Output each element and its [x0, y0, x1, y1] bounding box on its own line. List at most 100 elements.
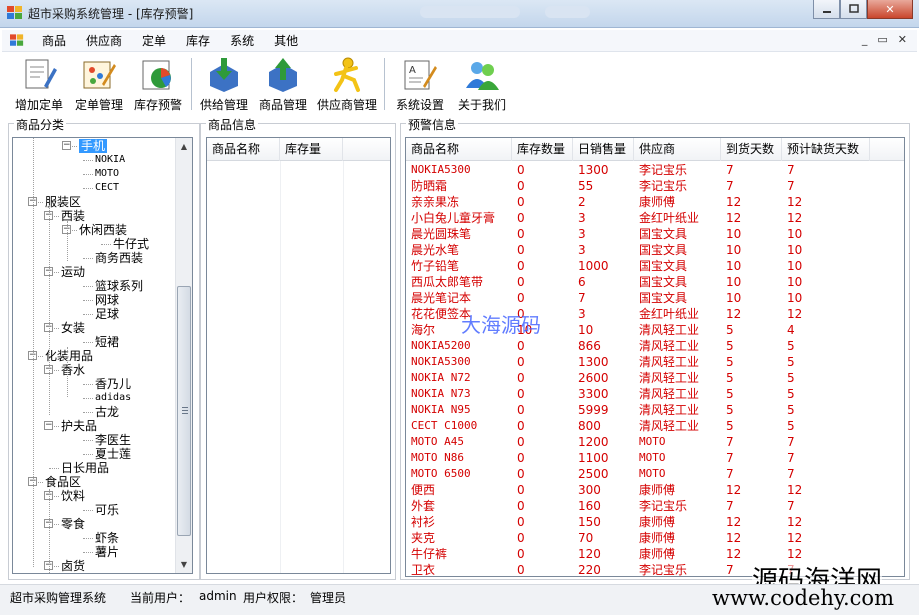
minimize-button[interactable]	[813, 0, 840, 19]
tree-node[interactable]: 鸟爪	[95, 573, 119, 574]
toolbar-button-3[interactable]: 供给管理	[195, 54, 253, 114]
tree-collapse-icon[interactable]: −	[62, 141, 71, 150]
menu-item-3[interactable]: 库存	[176, 33, 220, 50]
menu-item-2[interactable]: 定单	[132, 33, 176, 50]
table-row[interactable]: NOKIA N73 0 3300 清风轻工业 5 5	[406, 386, 904, 402]
scroll-up-arrow-icon[interactable]: ▲	[176, 138, 192, 155]
scroll-thumb[interactable]	[177, 286, 191, 536]
table-row[interactable]: MOTO N86 0 1100 MOTO 7 7	[406, 450, 904, 466]
tree-node[interactable]: 网球	[95, 293, 119, 307]
tree-node[interactable]: 女装	[61, 321, 85, 335]
tree-node[interactable]: 食品区	[45, 475, 81, 489]
table-row[interactable]: 衬衫 0 150 康师傅 12 12	[406, 514, 904, 530]
tree-node[interactable]: 化装用品	[45, 349, 93, 363]
goods-list[interactable]: 商品名称 库存量	[206, 137, 391, 574]
table-row[interactable]: 竹子铅笔 0 1000 国宝文具 10 10	[406, 258, 904, 274]
table-row[interactable]: 晨光水笔 0 3 国宝文具 10 10	[406, 242, 904, 258]
tree-node[interactable]: 服装区	[45, 195, 81, 209]
tree-node[interactable]: 商务西装	[95, 251, 143, 265]
alert-column-header[interactable]: 预计缺货天数	[782, 138, 870, 161]
table-row[interactable]: 西瓜太郎笔带 0 6 国宝文具 10 10	[406, 274, 904, 290]
alert-column-header[interactable]: 日销售量	[573, 138, 634, 161]
alert-column-header[interactable]: 库存数量	[512, 138, 573, 161]
title-bar[interactable]: 超市采购系统管理 - [库存预警] ✕	[0, 0, 919, 28]
table-row[interactable]: 防晒霜 0 55 李记宝乐 7 7	[406, 178, 904, 194]
tree-node[interactable]: 休闲西装	[79, 223, 127, 237]
alert-column-header[interactable]: 商品名称	[406, 138, 512, 161]
toolbar-button-2[interactable]: 库存预警	[128, 54, 188, 114]
scroll-down-arrow-icon[interactable]: ▼	[176, 556, 192, 573]
table-row[interactable]: 小白兔儿童牙膏 0 3 金红叶纸业 12 12	[406, 210, 904, 226]
tree-node-label: 饮料	[61, 489, 86, 503]
toolbar-button-5[interactable]: 供应商管理	[313, 54, 381, 114]
table-row[interactable]: NOKIA5300 0 1300 清风轻工业 5 5	[406, 354, 904, 370]
tree-node[interactable]: 零食	[61, 517, 85, 531]
tree-scrollbar[interactable]: ▲ ▼	[175, 138, 192, 573]
tree-node[interactable]: 卤货	[61, 559, 85, 573]
maximize-button[interactable]	[840, 0, 867, 19]
table-row[interactable]: NOKIA5200 0 866 清风轻工业 5 5	[406, 338, 904, 354]
table-row[interactable]: MOTO 6500 0 2500 MOTO 7 7	[406, 466, 904, 482]
toolbar-button-0[interactable]: 增加定单	[8, 54, 70, 114]
tree-node[interactable]: 古龙	[95, 405, 119, 419]
tree-node[interactable]: 虾条	[95, 531, 119, 545]
table-row[interactable]: 晨光圆珠笔 0 3 国宝文具 10 10	[406, 226, 904, 242]
tree-node[interactable]: adidas	[95, 391, 131, 405]
goods-column-header[interactable]: 商品名称	[207, 138, 280, 161]
close-button[interactable]: ✕	[867, 0, 913, 19]
mdi-close-button[interactable]: ✕	[898, 33, 907, 46]
tree-node[interactable]: 篮球系列	[95, 279, 143, 293]
toolbar-button-1[interactable]: 定单管理	[70, 54, 128, 114]
tree-node[interactable]: 手机	[79, 139, 108, 153]
toolbar-button-6[interactable]: A 系统设置	[388, 54, 452, 114]
mdi-minimize-button[interactable]: _	[862, 33, 868, 46]
child-window-icon[interactable]	[10, 34, 24, 47]
tree-collapse-icon[interactable]: −	[44, 421, 53, 430]
tree-node[interactable]: 香水	[61, 363, 85, 377]
table-row[interactable]: MOTO A45 0 1200 MOTO 7 7	[406, 434, 904, 450]
mdi-restore-button[interactable]: ▭	[877, 33, 887, 46]
table-row[interactable]: NOKIA5300 0 1300 李记宝乐 7 7	[406, 162, 904, 178]
menu-item-5[interactable]: 其他	[264, 33, 308, 50]
tree-node[interactable]: 日长用品	[61, 461, 109, 475]
table-row[interactable]: 外套 0 160 李记宝乐 7 7	[406, 498, 904, 514]
alert-list[interactable]: 商品名称 库存数量 日销售量 供应商 到货天数 预计缺货天数 NOKIA5300 0 1300…	[405, 137, 905, 577]
table-cell: 12	[787, 195, 803, 209]
tree-node[interactable]: 薯片	[95, 545, 119, 559]
table-row[interactable]: 亲亲果冻 0 2 康师傅 12 12	[406, 194, 904, 210]
goods-column-header[interactable]: 库存量	[280, 138, 343, 161]
tree-node[interactable]: 西装	[61, 209, 85, 223]
category-tree[interactable]: − 手机 NOKIA MOTO CECT − 服装区 − 西装 − 休闲西装 牛仔式 商务西装 − 运动 篮球…	[12, 137, 193, 574]
toolbar-button-4[interactable]: 商品管理	[253, 54, 313, 114]
tree-node[interactable]: 饮料	[61, 489, 85, 503]
toolbar-button-7[interactable]: 关于我们	[452, 54, 512, 114]
tree-node-label: 足球	[95, 307, 120, 321]
tree-node[interactable]: 可乐	[95, 503, 119, 517]
table-cell: 康师傅	[639, 195, 676, 209]
tree-node[interactable]: 李医生	[95, 433, 131, 447]
tree-node[interactable]: 短裙	[95, 335, 119, 349]
menu-item-0[interactable]: 商品	[32, 33, 76, 50]
tree-node[interactable]: 护夫品	[61, 419, 97, 433]
tree-node[interactable]: 运动	[61, 265, 85, 279]
menu-item-4[interactable]: 系统	[220, 33, 264, 50]
menu-item-1[interactable]: 供应商	[76, 33, 132, 50]
table-row[interactable]: NOKIA N95 0 5999 清风轻工业 5 5	[406, 402, 904, 418]
toolbar-button-label: 定单管理	[74, 98, 123, 112]
alert-column-header[interactable]: 供应商	[634, 138, 721, 161]
tree-node[interactable]: NOKIA	[95, 153, 125, 167]
tree-node[interactable]: 香乃儿	[95, 377, 131, 391]
table-cell: 7	[787, 467, 795, 481]
tree-node[interactable]: 牛仔式	[113, 237, 149, 251]
tree-node[interactable]: CECT	[95, 181, 119, 195]
table-row[interactable]: CECT C1000 0 800 清风轻工业 5 5	[406, 418, 904, 434]
alert-column-header[interactable]: 到货天数	[721, 138, 782, 161]
tree-node[interactable]: 足球	[95, 307, 119, 321]
table-row[interactable]: 夹克 0 70 康师傅 12 12	[406, 530, 904, 546]
tree-node[interactable]: MOTO	[95, 167, 119, 181]
table-row[interactable]: NOKIA N72 0 2600 清风轻工业 5 5	[406, 370, 904, 386]
table-cell: 5	[726, 323, 734, 337]
table-row[interactable]: 便西 0 300 康师傅 12 12	[406, 482, 904, 498]
table-row[interactable]: 晨光笔记本 0 7 国宝文具 10 10	[406, 290, 904, 306]
tree-node[interactable]: 夏士莲	[95, 447, 131, 461]
